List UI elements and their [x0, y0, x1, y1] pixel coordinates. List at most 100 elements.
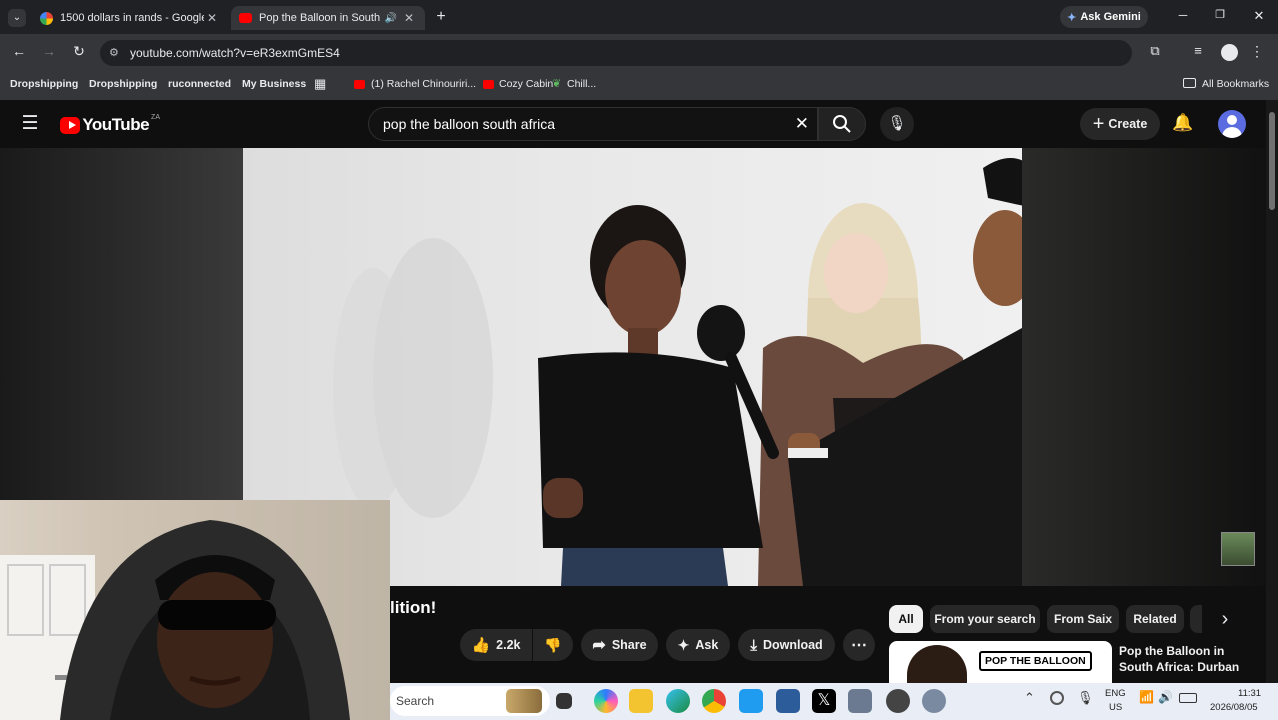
bookmark-item[interactable]: My Business — [242, 78, 306, 94]
page-scrollbar[interactable] — [1266, 100, 1278, 683]
chip-all[interactable]: All — [889, 605, 923, 633]
all-bookmarks-link[interactable]: All Bookmarks — [1202, 78, 1269, 94]
edge-icon[interactable] — [666, 689, 690, 713]
bookmark-item[interactable]: Dropshipping — [89, 78, 157, 94]
tray-chevron-up-icon[interactable]: ⌃ — [1024, 690, 1035, 706]
chip-from-your-search[interactable]: From your search — [930, 605, 1040, 633]
related-video-thumbnail[interactable]: POP THE BALLOON — [889, 641, 1112, 683]
share-label: Share — [611, 638, 647, 652]
tab-youtube[interactable]: Pop the Balloon in South Af 🔊 ✕ — [231, 6, 425, 30]
thumbs-down-icon: 👎 — [544, 636, 562, 653]
settings-gear-icon[interactable] — [922, 689, 946, 713]
address-bar[interactable]: ⚙ youtube.com/watch?v=eR3exmGmES4 — [100, 40, 1132, 66]
ambient-left — [0, 148, 243, 500]
chip-from-saix[interactable]: From Saix — [1047, 605, 1119, 633]
scrollbar-thumb[interactable] — [1269, 112, 1275, 210]
close-tab-icon[interactable]: ✕ — [204, 11, 220, 25]
close-tab-icon[interactable]: ✕ — [401, 11, 417, 25]
related-video-title[interactable]: Pop the Balloon in South Africa: Durban — [1119, 643, 1259, 675]
bookmark-item[interactable]: (1) Rachel Chinouriri... — [371, 78, 476, 94]
speaker-icon[interactable]: 🔊 — [385, 13, 397, 24]
ask-gemini-button[interactable]: ✦ Ask Gemini — [1060, 6, 1148, 28]
tray-time[interactable]: 11:31 — [1238, 688, 1261, 699]
bookmark-item[interactable]: Cozy Cabin — [499, 78, 553, 94]
reload-icon[interactable]: ↻ — [70, 43, 88, 61]
like-count: 2.2k — [496, 638, 521, 652]
bookmark-item[interactable]: ruconnected — [168, 78, 231, 94]
app-red-dot-icon[interactable] — [886, 689, 910, 713]
account-avatar[interactable] — [1218, 110, 1246, 138]
search-query: pop the balloon south africa — [383, 116, 556, 132]
thumb-text: POP THE BALLOON — [979, 651, 1092, 671]
youtube-favicon-icon — [354, 80, 365, 89]
folder-icon — [1183, 78, 1196, 88]
search-button[interactable] — [818, 107, 866, 141]
like-button[interactable]: 👍 2.2k — [460, 629, 532, 661]
more-icon: ⋯ — [851, 637, 867, 654]
chrome-icon[interactable] — [702, 689, 726, 713]
extensions-icon[interactable]: ⧉ — [1146, 43, 1164, 61]
ask-gemini-label: Ask Gemini — [1080, 11, 1141, 23]
camera-icon[interactable] — [848, 689, 872, 713]
tray-battery-icon[interactable] — [1179, 693, 1197, 703]
tab-title: Pop the Balloon in South Af — [259, 12, 381, 24]
media-control-icon[interactable]: ≡ — [1189, 43, 1207, 61]
tab-title: 1500 dollars in rands - Google — [60, 12, 204, 24]
download-icon: ⤓ — [750, 636, 757, 654]
vscode-icon[interactable] — [739, 689, 763, 713]
file-explorer-icon[interactable] — [629, 689, 653, 713]
chip-related[interactable]: Related — [1126, 605, 1184, 633]
tab-search-icon[interactable]: ⌄ — [8, 9, 26, 27]
youtube-logo[interactable]: YouTube ZA — [60, 114, 160, 136]
tray-network-alert-icon[interactable] — [1050, 691, 1064, 705]
share-button[interactable]: ➦ Share — [581, 629, 658, 661]
hamburger-menu-icon[interactable]: ☰ — [20, 114, 40, 134]
close-window-icon[interactable]: ✕ — [1250, 8, 1268, 26]
thumbs-up-icon: 👍 — [471, 637, 491, 654]
webcam-overlay — [0, 500, 390, 720]
restore-icon[interactable]: ❐ — [1211, 8, 1229, 26]
tray-wifi-icon[interactable]: 📶 — [1139, 690, 1154, 704]
tray-lang[interactable]: ENG — [1105, 688, 1126, 699]
bookmark-item[interactable]: Dropshipping — [10, 78, 78, 94]
url-text: youtube.com/watch?v=eR3exmGmES4 — [130, 46, 340, 60]
google-icon — [40, 11, 53, 25]
tray-volume-icon[interactable]: 🔊 — [1158, 690, 1173, 704]
tray-mic-icon[interactable]: 🎙 — [1077, 690, 1094, 706]
site-info-icon[interactable]: ⚙ — [109, 46, 119, 59]
create-label: Create — [1108, 117, 1148, 131]
app-icon[interactable] — [776, 689, 800, 713]
task-view-icon[interactable] — [556, 693, 572, 709]
sparkle-icon: ✦ — [677, 636, 690, 653]
youtube-favicon-icon — [239, 13, 252, 23]
chevron-right-icon[interactable]: › — [1214, 608, 1236, 630]
x-twitter-icon[interactable]: 𝕏 — [812, 689, 836, 713]
ambient-right — [1022, 148, 1266, 586]
dislike-button[interactable]: 👎 — [533, 629, 573, 661]
back-icon[interactable]: ← — [10, 43, 28, 61]
tray-date[interactable]: 2026/08/05 — [1210, 702, 1258, 713]
apps-grid-icon[interactable]: ▦ — [314, 76, 326, 92]
minimize-icon[interactable]: ─ — [1174, 8, 1192, 26]
forward-icon[interactable]: → — [40, 43, 58, 61]
more-actions-button[interactable]: ⋯ — [843, 629, 875, 661]
menu-kebab-icon[interactable]: ⋮ — [1250, 43, 1264, 61]
bookmarks-bar: Dropshipping Dropshipping ruconnected My… — [0, 70, 1278, 100]
copilot-icon[interactable] — [594, 689, 618, 713]
tray-region[interactable]: US — [1109, 702, 1122, 713]
search-input[interactable]: pop the balloon south africa ✕ — [368, 107, 818, 141]
news-widget-icon[interactable] — [506, 689, 542, 713]
ask-button[interactable]: ✦ Ask — [666, 629, 730, 661]
tab-google[interactable]: 1500 dollars in rands - Google ✕ — [32, 6, 228, 30]
channel-watermark[interactable] — [1221, 532, 1255, 566]
new-tab-icon[interactable]: + — [432, 8, 450, 26]
download-button[interactable]: ⤓ Download — [738, 629, 835, 661]
clear-search-icon[interactable]: ✕ — [795, 114, 809, 134]
create-button[interactable]: + Create — [1080, 108, 1160, 140]
notifications-bell-icon[interactable]: 🔔 — [1172, 113, 1194, 135]
profile-avatar[interactable] — [1221, 44, 1238, 61]
microphone-icon[interactable]: 🎙 — [880, 107, 914, 141]
country-code: ZA — [151, 114, 160, 121]
bookmark-item[interactable]: Chill... — [567, 78, 596, 94]
play-logo-icon — [60, 116, 81, 134]
